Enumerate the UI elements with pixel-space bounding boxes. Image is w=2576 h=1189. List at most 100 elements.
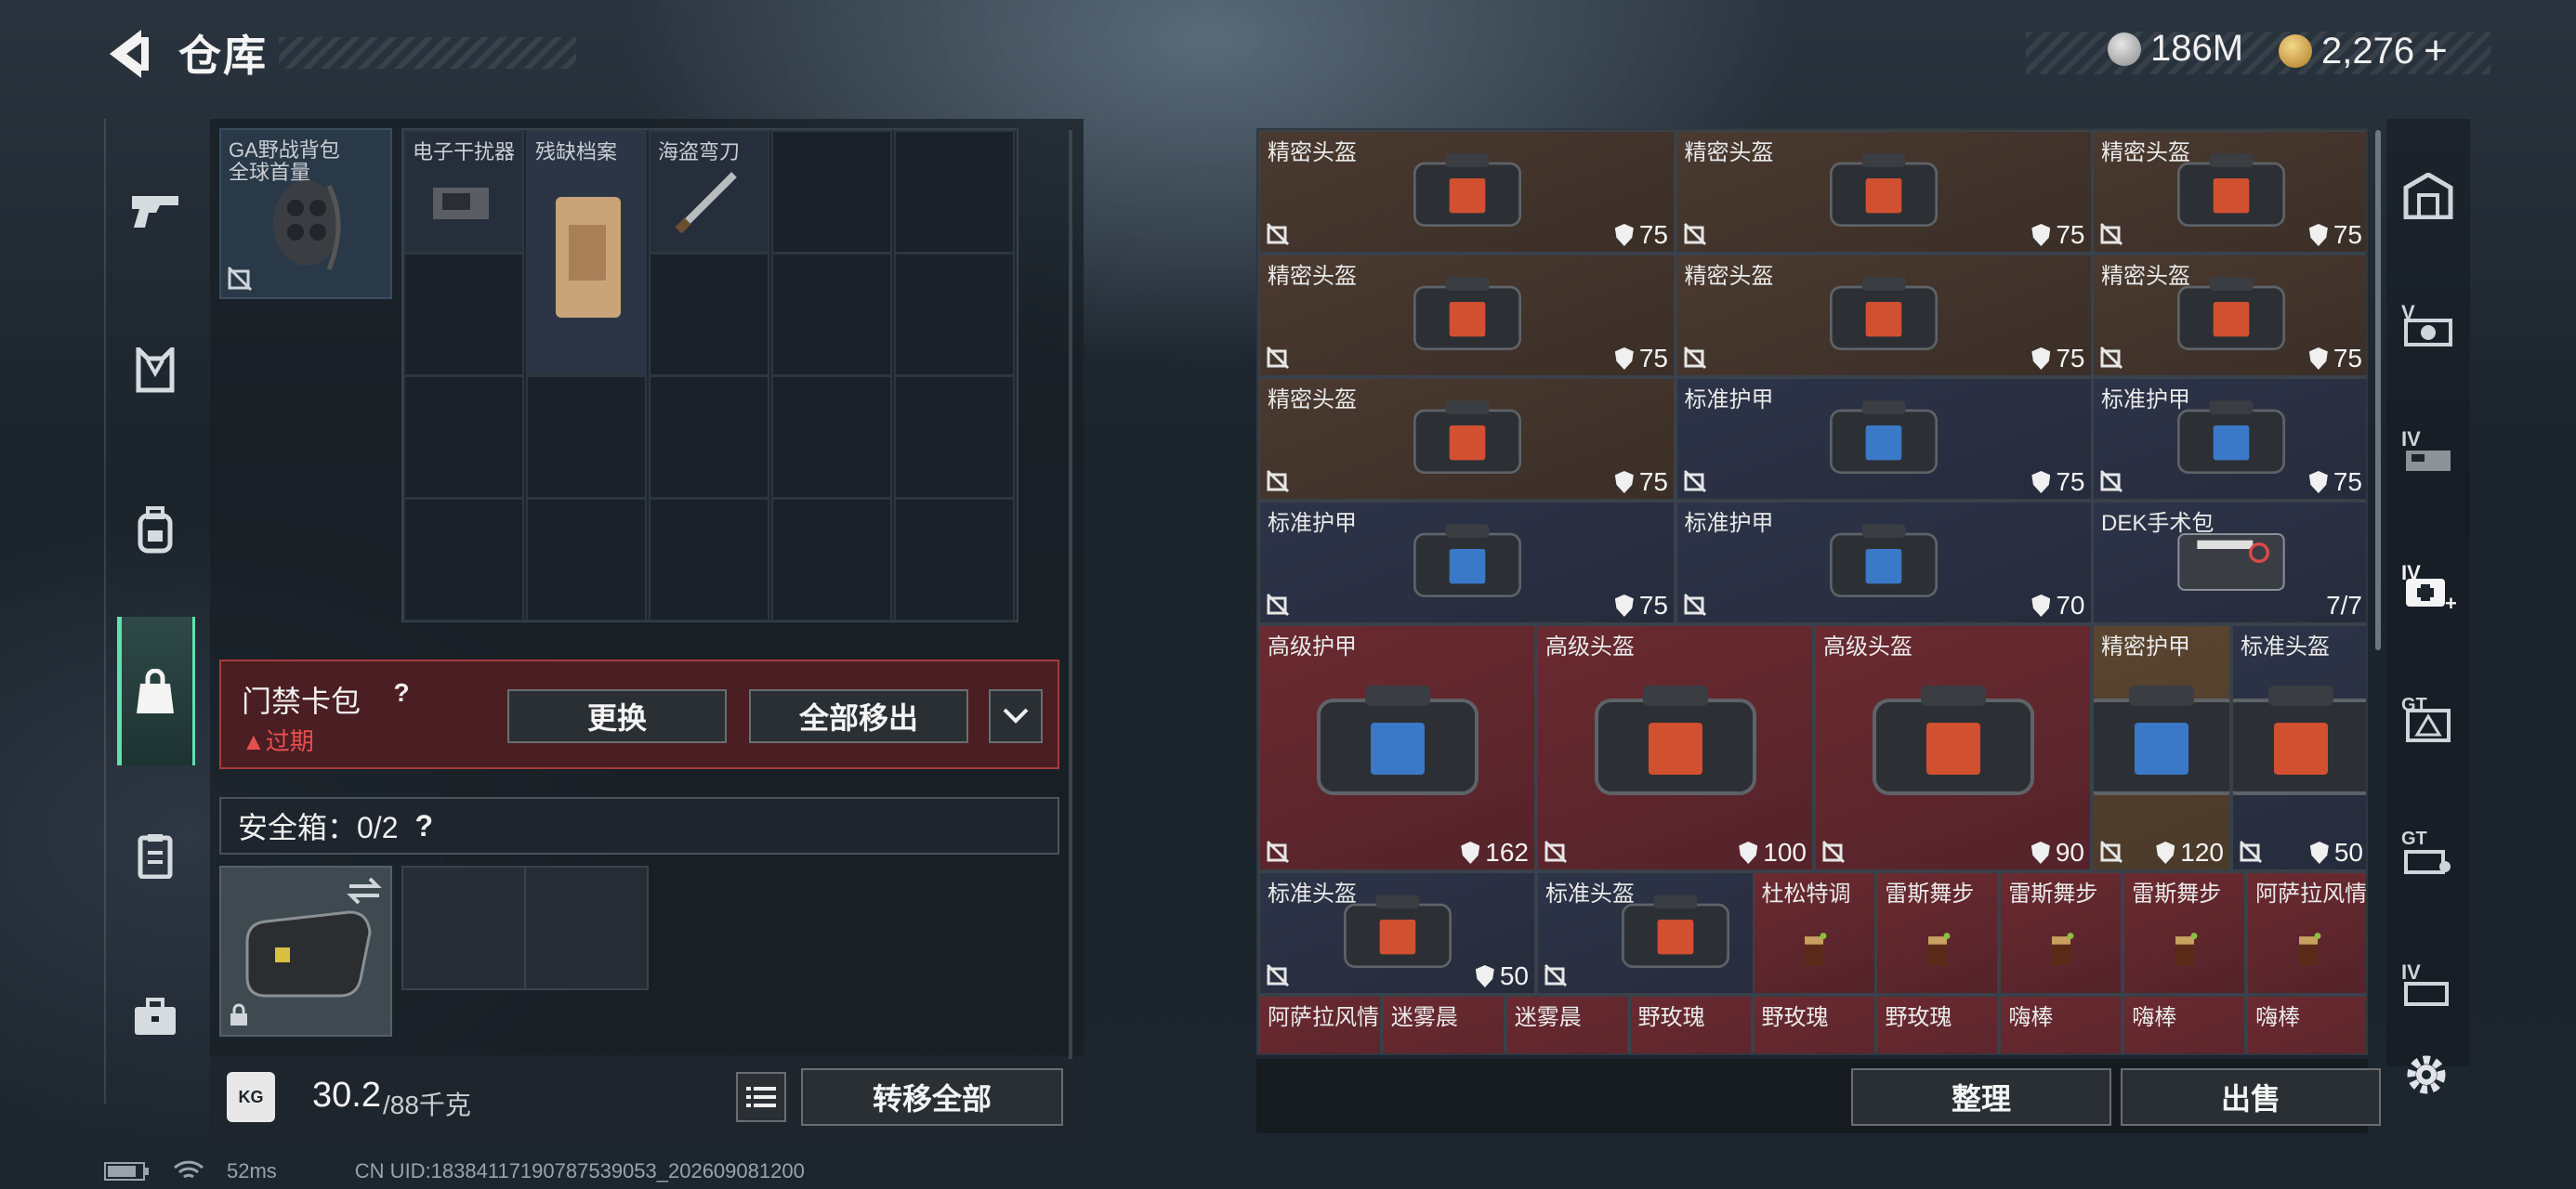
item-durability: 75 [2308,467,2362,497]
warehouse-item[interactable]: 嗨棒 [2246,995,2366,1053]
secure-case-icon [245,910,372,998]
warehouse-item[interactable]: 标准护甲 75 [1258,501,1676,624]
warehouse-item[interactable]: 高级头盔 100 [1536,624,1814,871]
backpack-grid-cell[interactable] [894,375,1015,499]
warehouse-item[interactable]: 标准护甲 75 [2092,377,2366,501]
warehouse-item[interactable]: 野玫瑰 [1875,995,2000,1053]
backpack-grid-cell[interactable] [649,253,769,376]
warehouse-item[interactable]: 嗨棒 [2123,995,2247,1053]
warehouse-item[interactable]: 标准护甲 75 [1675,377,2093,501]
warehouse-item[interactable]: 精密护甲 120 [2092,624,2231,871]
backpack-grid-cell[interactable] [894,253,1015,376]
safebox-empty-slot[interactable] [401,866,649,990]
gold-currency[interactable]: 2,276 + [2279,28,2448,74]
warehouse-item[interactable]: 精密头盔 75 [2092,130,2366,254]
list-view-button[interactable] [736,1072,786,1122]
backpack-grid-cell[interactable] [649,375,769,499]
bag-icon[interactable] [123,660,188,725]
backpack-grid-cell[interactable]: 电子干扰器 [403,130,524,254]
warehouse-item-name: 迷雾晨 [1514,1005,1582,1030]
right-scrollbar[interactable] [2375,130,2381,650]
backpack-grid-cell[interactable] [894,130,1015,254]
sell-button[interactable]: 出售 [2121,1068,2381,1126]
drink-icon [1539,1039,1595,1055]
backpack-grid-cell[interactable] [649,498,769,621]
warehouse-item[interactable]: 雷斯舞步 [2123,871,2247,995]
warehouse-item[interactable]: DEK手术包 7/7 [2092,501,2366,624]
category-gt-key-icon[interactable]: GT [2396,825,2461,890]
back-button[interactable] [104,26,152,82]
backpack-grid-cell[interactable] [526,498,647,621]
backpack-grid-cell[interactable]: 残缺档案 [526,130,647,375]
sort-button[interactable]: 整理 [1851,1068,2111,1126]
add-currency-icon[interactable]: + [2424,28,2448,74]
warehouse-item[interactable]: 精密头盔 75 [1258,130,1676,254]
swap-button[interactable]: 更换 [507,689,727,743]
keycard-bag-panel: 门禁卡包 ? ▲过期 更换 全部移出 [219,660,1059,769]
backpack-grid-cell[interactable] [771,130,892,254]
warehouse-item[interactable]: 阿萨拉风情 [2246,871,2368,995]
category-gt-icon[interactable]: GT [2396,691,2461,756]
backpack-grid-cell[interactable] [771,498,892,621]
warehouse-item[interactable]: 高级头盔 90 [1814,624,2092,871]
vault-category-icon[interactable] [2396,163,2461,229]
no-trade-icon [2099,346,2123,370]
safebox-help-icon[interactable]: ? [415,809,434,843]
settings-gear-icon[interactable] [2394,1042,2459,1107]
warehouse-item[interactable]: 迷雾晨 [1381,995,1505,1053]
safebox-item[interactable] [219,866,392,1037]
warehouse-item[interactable]: 标准头盔50 [2231,624,2366,871]
shield-icon [1614,224,1634,246]
transfer-all-button[interactable]: 转移全部 [801,1068,1063,1126]
clipboard-icon[interactable] [123,823,188,888]
backpack-grid-cell[interactable] [894,498,1015,621]
warehouse-item[interactable]: 杜松特调 [1752,871,1876,995]
warehouse-item[interactable]: 精密头盔 75 [2092,254,2366,377]
warehouse-item-name: 嗨棒 [2255,1005,2301,1030]
warehouse-item[interactable]: 精密头盔 75 [1258,254,1676,377]
item-durability: 162 [1461,838,1529,868]
ga-backpack-slot[interactable]: GA野战背包 全球首量 [219,128,392,299]
item-durability: 75 [2308,220,2362,250]
warehouse-item[interactable]: 精密头盔 75 [1675,254,2093,377]
armor-icon[interactable] [123,338,188,403]
left-scrollbar[interactable] [1069,130,1072,1059]
warehouse-item[interactable]: 精密头盔 75 [1258,377,1676,501]
backpack-grid-cell[interactable]: 海盗弯刀 [649,130,769,254]
warehouse-item[interactable]: 野玫瑰 [1628,995,1753,1053]
warehouse-item[interactable]: 标准头盔50 [1258,871,1536,995]
remove-all-button[interactable]: 全部移出 [749,689,968,743]
backpack-grid-cell[interactable] [403,498,524,621]
warehouse-item[interactable]: 高级护甲 162 [1258,624,1536,871]
no-trade-icon [1266,593,1290,617]
silver-amount: 186M [2150,28,2244,69]
keycard-help-icon[interactable]: ? [385,678,418,712]
backpack-grid-cell[interactable] [526,375,647,499]
backpack-grid-cell[interactable] [771,253,892,376]
category-iv-case-icon[interactable]: IV [2396,424,2461,489]
swap-arrows-icon[interactable] [346,877,383,905]
category-medical-icon[interactable]: IV + [2396,557,2461,622]
warehouse-item-name: 阿萨拉风情 [2255,882,2368,907]
warehouse-item[interactable]: 阿萨拉风情 [1258,995,1382,1053]
warehouse-item[interactable]: 雷斯舞步 [1875,871,2000,995]
warehouse-item[interactable]: 雷斯舞步 [1999,871,2123,995]
warehouse-item[interactable]: 精密头盔 75 [1675,130,2093,254]
warehouse-item[interactable]: 嗨棒 [1999,995,2123,1053]
warehouse-item[interactable]: 野玫瑰 [1752,995,1876,1053]
no-trade-icon [2239,840,2263,864]
warehouse-item-name: 精密护甲 [2101,634,2190,660]
durability-value: 75 [2056,467,2085,496]
warehouse-item[interactable]: 标准护甲 70 [1675,501,2093,624]
backpack-grid-cell[interactable] [403,253,524,376]
backpack-grid-cell[interactable] [771,375,892,499]
backpack-grid-cell[interactable] [403,375,524,499]
category-iv-misc-icon[interactable]: IV [2396,957,2461,1022]
backpack-icon[interactable] [123,498,188,563]
briefcase-icon[interactable] [123,985,188,1050]
warehouse-item[interactable]: 迷雾晨 [1505,995,1629,1055]
category-v-icon[interactable]: V [2396,297,2461,362]
gear-bag-icon [1413,400,1521,474]
expand-button[interactable] [989,689,1043,743]
gun-icon[interactable] [123,176,188,242]
